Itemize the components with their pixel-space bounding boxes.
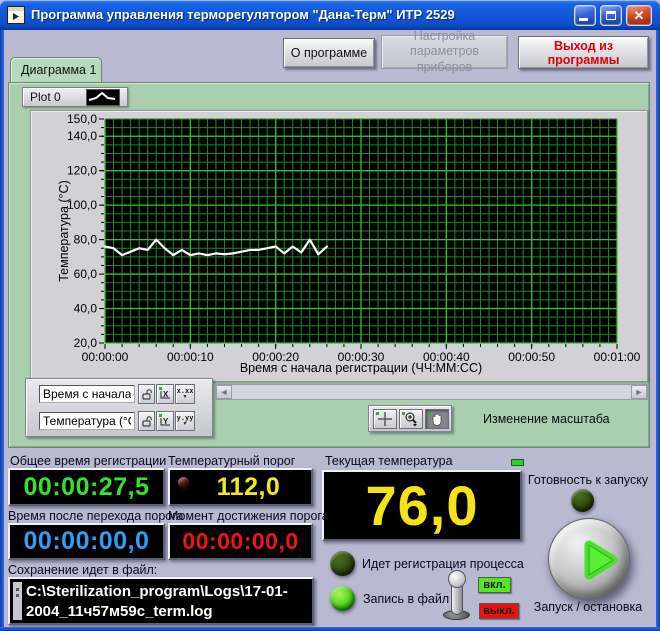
file-write-label: Запись в файл (363, 592, 449, 606)
window-title: Программа управления терморегулятором "Д… (31, 7, 455, 22)
switch-off-label[interactable]: выкл. (479, 603, 519, 619)
y-scale-name-input[interactable] (39, 412, 135, 430)
graph-palette (368, 405, 452, 432)
threshold-moment-value: 00:00:00,0 (182, 528, 298, 555)
start-stop-label: Запуск / остановка (524, 600, 652, 614)
chart-horizontal-scrollbar[interactable]: ◄ ► (215, 384, 648, 400)
start-stop-button[interactable] (548, 518, 630, 600)
y-axis-label: Температура (°C) (57, 141, 73, 321)
x-format-button[interactable]: x.xx ▼ (175, 384, 195, 404)
settings-button[interactable]: Настройка параметров приборов (381, 35, 508, 69)
zoom-tool-button[interactable] (399, 409, 423, 429)
x-scale-lock-button[interactable] (138, 384, 155, 404)
close-icon[interactable]: ✕ (626, 5, 652, 26)
y-tick-label: 60,0 (74, 267, 98, 281)
switch-on-label[interactable]: вкл. (478, 577, 511, 593)
y-format-button[interactable]: y.yy ▼ (175, 411, 195, 431)
y-tick-label: 80,0 (74, 233, 98, 247)
window-frame-left (0, 30, 4, 631)
svg-text:X: X (163, 390, 169, 399)
scroll-left-icon[interactable]: ◄ (216, 385, 232, 399)
save-file-label: Сохранение идет в файл: (8, 563, 157, 577)
tab-diagram1[interactable]: Диаграмма 1 (10, 57, 102, 82)
y-tick-label: 40,0 (74, 302, 98, 316)
magnifier-icon (403, 411, 419, 427)
exit-button[interactable]: Выход из программы (518, 36, 649, 69)
plot-legend-label: Plot 0 (30, 90, 61, 104)
x-scale-name-input[interactable] (39, 385, 135, 403)
save-file-path-line2: 2004_11ч57м59с_term.log (26, 602, 310, 622)
threshold-label: Температурный порог (168, 454, 295, 468)
save-file-path-line1: C:\Sterilization_program\Logs\17-01- (26, 582, 310, 602)
file-write-switch[interactable] (440, 570, 474, 622)
title-bar: Программа управления терморегулятором "Д… (0, 0, 660, 30)
total-time-display: 00:00:27,5 (8, 468, 165, 506)
current-temp-value: 76,0 (366, 473, 479, 538)
registration-led (330, 551, 355, 576)
svg-text:Y: Y (163, 417, 169, 426)
path-scroll-strip (13, 582, 22, 620)
current-temp-display: 76,0 (322, 470, 522, 541)
play-icon (583, 536, 623, 584)
total-time-label: Общее время регистрации (10, 454, 166, 468)
y-tick-label: 150,0 (67, 112, 97, 126)
crosshair-icon (377, 411, 393, 427)
threshold-value: 112,0 (201, 473, 281, 502)
comm-status-indicator (511, 459, 524, 466)
window-frame-bottom (0, 627, 660, 631)
scale-legend: X x.xx ▼ Y y.yy ▼ (25, 378, 213, 437)
y-autoscale-button[interactable]: Y (156, 411, 174, 431)
x-autoscale-button[interactable]: X (156, 384, 174, 404)
temperature-chart[interactable]: 00:00:0000:00:1000:00:2000:00:3000:00:40… (30, 110, 648, 382)
plot-line-sample (86, 89, 120, 106)
hand-icon (429, 412, 445, 427)
total-time-value: 00:00:27,5 (24, 473, 150, 502)
maximize-icon[interactable] (600, 5, 622, 26)
time-after-label: Время после перехода порога (8, 509, 183, 523)
plot-legend[interactable]: Plot 0 (22, 87, 128, 107)
scroll-right-icon[interactable]: ► (631, 385, 647, 399)
registration-label: Идет регистрация процесса (362, 557, 524, 571)
threshold-display: 112,0 (168, 468, 313, 506)
x-axis-label: Время с начала регистрации (ЧЧ:ММ:СС) (105, 361, 617, 375)
threshold-moment-label: Момент достижения порога (168, 509, 329, 523)
app-window: Программа управления терморегулятором "Д… (0, 0, 660, 631)
time-after-display: 00:00:00,0 (8, 523, 165, 560)
threshold-led (178, 477, 189, 488)
window-body: О программе Настройка параметров приборо… (0, 30, 660, 631)
app-icon (7, 6, 25, 24)
switch-knob[interactable] (448, 570, 466, 588)
save-file-path: C:\Sterilization_program\Logs\17-01- 200… (8, 577, 314, 625)
y-scale-lock-button[interactable] (138, 411, 155, 431)
time-after-value: 00:00:00,0 (24, 527, 150, 556)
ready-led (571, 489, 594, 512)
minimize-icon[interactable] (574, 5, 596, 26)
threshold-moment-display: 00:00:00,0 (168, 523, 313, 560)
window-frame-right (656, 30, 660, 631)
zoom-hint-label: Изменение масштаба (483, 412, 610, 426)
file-write-led (330, 586, 355, 611)
pan-tool-button[interactable] (425, 409, 449, 429)
cursor-tool-button[interactable] (373, 409, 397, 429)
chart-plot-area[interactable]: 00:00:0000:00:1000:00:2000:00:3000:00:40… (31, 111, 649, 383)
ready-label: Готовность к запуску (524, 473, 652, 487)
current-temp-label: Текущая температура (325, 454, 453, 468)
about-button[interactable]: О программе (283, 38, 375, 68)
y-tick-label: 20,0 (74, 336, 98, 350)
